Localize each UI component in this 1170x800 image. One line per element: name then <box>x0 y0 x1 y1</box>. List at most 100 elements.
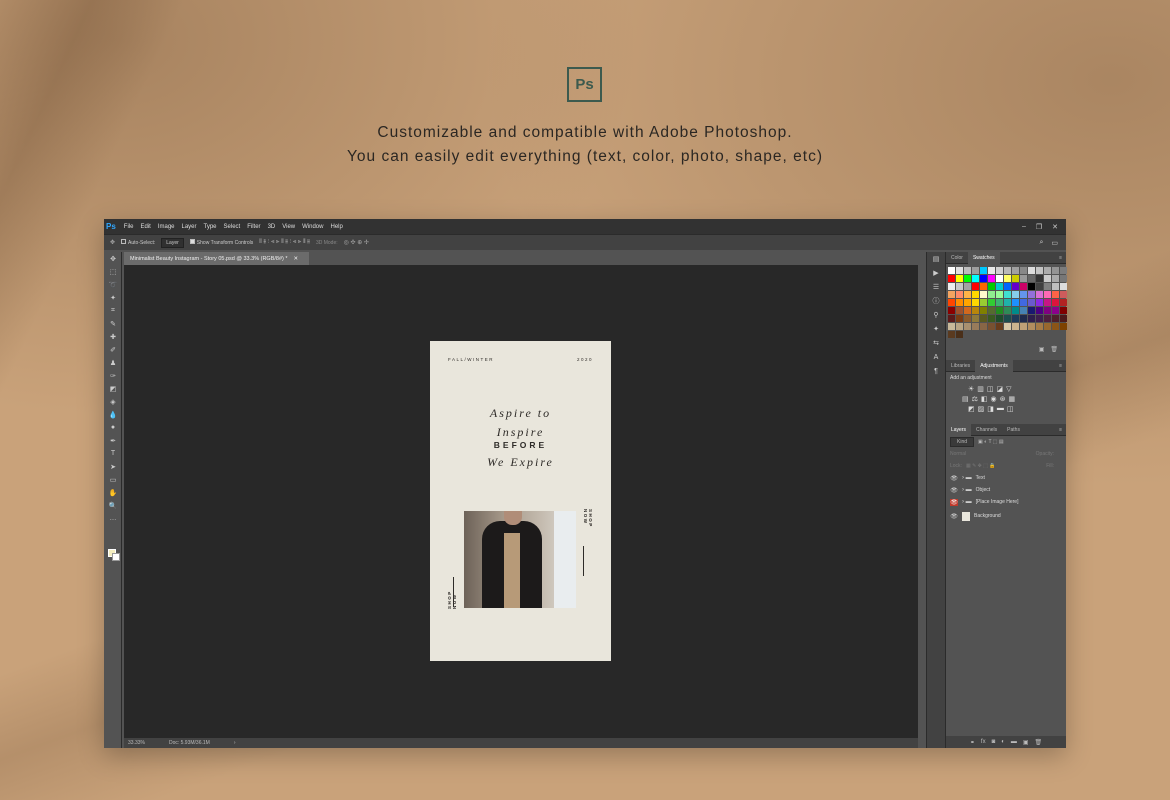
color-swatch[interactable] <box>1012 307 1019 314</box>
gradient-map-icon[interactable]: ▬ <box>997 405 1004 413</box>
menu-file[interactable]: File <box>124 224 134 230</box>
status-arrow-icon[interactable]: › <box>234 740 236 746</box>
tab-libraries[interactable]: Libraries <box>946 360 975 372</box>
color-swatch[interactable] <box>1004 291 1011 298</box>
tab-swatches[interactable]: Swatches <box>967 251 1000 264</box>
close-icon[interactable]: ✕ <box>1052 223 1058 231</box>
layer-row-selected[interactable]: 👁 › ▬ [Place Image Here] <box>946 496 1066 508</box>
color-swatch[interactable] <box>1020 275 1027 282</box>
color-swatch[interactable] <box>956 275 963 282</box>
more-tools-icon[interactable]: … <box>104 512 122 525</box>
layer-row[interactable]: 👁 Background <box>946 508 1066 524</box>
exposure-icon[interactable]: ◪ <box>997 385 1004 393</box>
crop-tool-icon[interactable]: ⌗ <box>104 304 122 317</box>
fx-icon[interactable]: fx <box>981 739 986 745</box>
invert-icon[interactable]: ◩ <box>968 405 975 413</box>
color-swatch[interactable] <box>996 283 1003 290</box>
marquee-tool-icon[interactable]: ⬚ <box>104 265 122 278</box>
bw-icon[interactable]: ◧ <box>981 395 988 403</box>
eye-icon[interactable]: 👁 <box>950 513 958 520</box>
pen-tool-icon[interactable]: ✒ <box>104 434 122 447</box>
color-swatch[interactable] <box>1020 299 1027 306</box>
color-swatch[interactable] <box>1060 323 1067 330</box>
color-swatch[interactable] <box>1036 299 1043 306</box>
search-icon[interactable]: ⌕ <box>1039 239 1043 247</box>
blend-mode-dropdown[interactable]: Normal <box>950 451 966 457</box>
color-swatch[interactable] <box>988 323 995 330</box>
color-swatch[interactable] <box>1020 283 1027 290</box>
properties-icon[interactable]: ☰ <box>927 280 945 294</box>
color-swatch[interactable] <box>1036 283 1043 290</box>
color-swatch[interactable] <box>980 299 987 306</box>
color-swatch[interactable] <box>988 283 995 290</box>
color-swatch[interactable] <box>1028 291 1035 298</box>
menu-layer[interactable]: Layer <box>182 224 197 230</box>
color-swatch[interactable] <box>1020 307 1027 314</box>
color-swatch[interactable] <box>964 275 971 282</box>
color-swatch[interactable] <box>1044 307 1051 314</box>
color-swatch[interactable] <box>972 291 979 298</box>
color-swatch[interactable] <box>1060 291 1067 298</box>
info-icon[interactable]: ⓘ <box>927 294 945 308</box>
color-swatch[interactable] <box>1012 291 1019 298</box>
color-swatch[interactable] <box>948 275 955 282</box>
stamp-tool-icon[interactable]: ♟ <box>104 356 122 369</box>
move-tool-icon[interactable]: ✥ <box>110 239 115 246</box>
minimize-icon[interactable]: – <box>1022 223 1026 231</box>
color-swatch[interactable] <box>1012 323 1019 330</box>
menu-window[interactable]: Window <box>302 224 323 230</box>
color-swatch[interactable] <box>1052 275 1059 282</box>
color-swatch[interactable] <box>1004 307 1011 314</box>
paths-icon[interactable]: ⚲ <box>927 308 945 322</box>
color-swatch[interactable] <box>1060 307 1067 314</box>
tab-channels[interactable]: Channels <box>971 424 1002 436</box>
color-swatch[interactable] <box>956 323 963 330</box>
tab-color[interactable]: Color <box>946 252 968 264</box>
color-swatch[interactable] <box>1060 299 1067 306</box>
color-swatch[interactable] <box>1012 275 1019 282</box>
eye-icon[interactable]: 👁 <box>950 487 958 494</box>
tab-paths[interactable]: Paths <box>1002 424 1025 436</box>
menu-view[interactable]: View <box>282 224 295 230</box>
color-swatch[interactable] <box>956 331 963 338</box>
color-swatch[interactable] <box>964 307 971 314</box>
color-swatch[interactable] <box>1004 275 1011 282</box>
color-swatch[interactable] <box>1028 299 1035 306</box>
color-lookup-icon[interactable]: ▦ <box>1009 395 1016 403</box>
lock-icons[interactable]: ▦ ✎ ✥ ⬚ 🔒 <box>966 463 996 469</box>
layer-row[interactable]: 👁 › ▬ Text <box>946 472 1066 484</box>
brushes-icon[interactable]: ✦ <box>927 322 945 336</box>
color-swatch[interactable] <box>956 291 963 298</box>
eye-icon[interactable]: 👁 <box>950 475 958 482</box>
color-swatch[interactable] <box>964 291 971 298</box>
color-swatch[interactable] <box>972 299 979 306</box>
selective-color-icon[interactable]: ◫ <box>1007 405 1014 413</box>
3d-mode-icons[interactable]: ◎ ✣ ⊕ ✢ <box>344 239 369 246</box>
new-swatch-icon[interactable]: ▣ <box>1039 346 1045 353</box>
brush-tool-icon[interactable]: ✐ <box>104 343 122 356</box>
paragraph-icon[interactable]: ¶ <box>927 364 945 378</box>
color-swatch[interactable] <box>1036 315 1043 322</box>
color-swatch[interactable] <box>1020 291 1027 298</box>
color-swatch[interactable] <box>1036 267 1043 274</box>
color-swatch[interactable] <box>1028 323 1035 330</box>
instagram-story-artboard[interactable]: FALL/WINTER 2020 Aspire to Inspire BEFOR… <box>430 341 611 661</box>
color-swatch[interactable] <box>1012 267 1019 274</box>
color-swatch[interactable] <box>1052 323 1059 330</box>
adjustment-layer-icon[interactable]: ◐ <box>1001 739 1005 745</box>
opacity-label[interactable]: Opacity: <box>1036 451 1066 457</box>
hand-tool-icon[interactable]: ✋ <box>104 486 122 499</box>
color-swatch[interactable] <box>1004 299 1011 306</box>
color-swatch[interactable] <box>1052 267 1059 274</box>
color-swatch[interactable] <box>988 291 995 298</box>
color-swatch[interactable] <box>1060 315 1067 322</box>
menu-select[interactable]: Select <box>224 224 241 230</box>
color-swatch[interactable] <box>996 267 1003 274</box>
healing-brush-icon[interactable]: ✚ <box>104 330 122 343</box>
color-swatch[interactable] <box>980 323 987 330</box>
color-swatch[interactable] <box>1044 283 1051 290</box>
color-swatch[interactable] <box>980 275 987 282</box>
color-swatch[interactable] <box>1020 267 1027 274</box>
levels-icon[interactable]: ▥ <box>977 385 984 393</box>
color-swatch[interactable] <box>1004 283 1011 290</box>
